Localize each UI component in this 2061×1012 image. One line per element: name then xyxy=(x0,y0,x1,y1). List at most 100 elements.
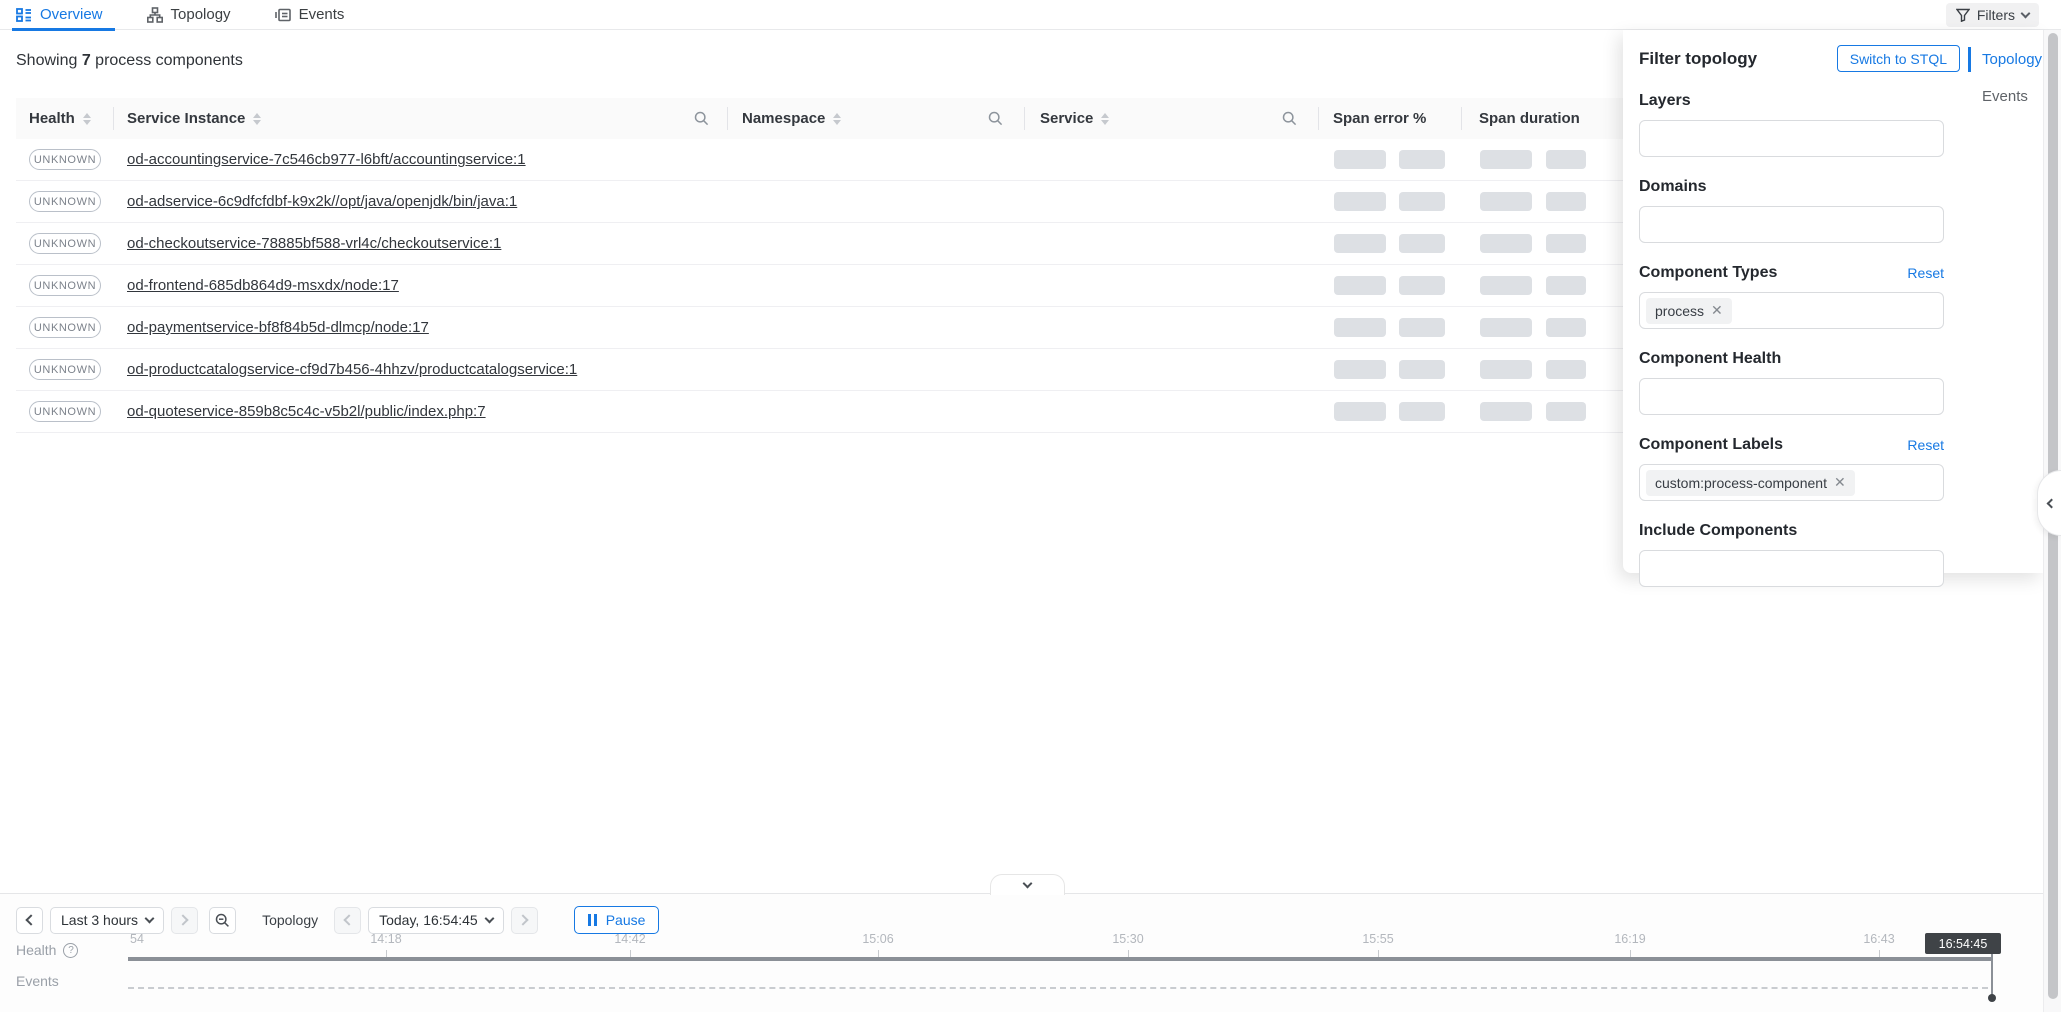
switch-to-stql-button[interactable]: Switch to STQL xyxy=(1837,45,1960,72)
component-types-input[interactable]: process ✕ xyxy=(1639,292,1944,329)
service-instance-link[interactable]: od-quoteservice-859b8c5c4c-v5b2l/public/… xyxy=(127,403,486,420)
table-row: UNKNOWN od-paymentservice-bf8f84b5d-dlmc… xyxy=(16,307,1641,349)
remove-tag-icon[interactable]: ✕ xyxy=(1711,302,1723,319)
layers-input[interactable] xyxy=(1639,120,1944,157)
tick-label: 14:18 xyxy=(370,932,401,946)
tick-mark xyxy=(1879,950,1880,957)
date-time-dropdown[interactable]: Today, 16:54:45 xyxy=(368,907,504,934)
range-back-button[interactable] xyxy=(16,907,43,934)
drawer-tab-events[interactable]: Events xyxy=(1968,82,2043,111)
date-time-value: Today, 16:54:45 xyxy=(379,912,478,928)
sort-icon[interactable] xyxy=(833,113,841,125)
filters-button[interactable]: Filters xyxy=(1946,3,2039,27)
include-components-label: Include Components xyxy=(1639,522,1797,540)
service-instance-link[interactable]: od-paymentservice-bf8f84b5d-dlmcp/node:1… xyxy=(127,319,429,336)
filter-form: Filter topology Switch to STQL Layers Do… xyxy=(1623,30,1975,607)
chevron-left-icon xyxy=(343,914,354,925)
help-icon[interactable]: ? xyxy=(63,943,78,958)
component-health-input[interactable] xyxy=(1639,378,1944,415)
domains-input[interactable] xyxy=(1639,206,1944,243)
service-instance-link[interactable]: od-accountingservice-7c546cb977-l6bft/ac… xyxy=(127,151,526,168)
time-range-dropdown[interactable]: Last 3 hours xyxy=(50,907,164,934)
component-labels-label: Component Labels xyxy=(1639,436,1783,454)
span-duration-skeleton xyxy=(1546,276,1586,295)
tick-mark xyxy=(386,950,387,957)
span-error-skeleton xyxy=(1399,402,1445,421)
table-row: UNKNOWN od-adservice-6c9dfcfdbf-k9x2k//o… xyxy=(16,181,1641,223)
zoom-out-icon xyxy=(215,913,230,928)
time-cursor-dot[interactable] xyxy=(1988,994,1996,1002)
tick-mark xyxy=(1128,950,1129,957)
filter-drawer: Filter topology Switch to STQL Layers Do… xyxy=(1623,30,2043,573)
span-duration-skeleton xyxy=(1480,276,1532,295)
health-badge: UNKNOWN xyxy=(29,275,101,296)
table-body: UNKNOWN od-accountingservice-7c546cb977-… xyxy=(16,139,1641,433)
span-error-skeleton xyxy=(1334,150,1386,169)
filter-tag-label: custom:process-component xyxy=(1655,475,1827,491)
search-icon[interactable] xyxy=(694,111,709,126)
service-instance-link[interactable]: od-frontend-685db864d9-msxdx/node:17 xyxy=(127,277,399,294)
span-duration-skeleton xyxy=(1480,402,1532,421)
sort-icon[interactable] xyxy=(253,113,261,125)
time-control-bar: Last 3 hours Topology Today, 16:54:45 Pa… xyxy=(0,893,2061,1012)
column-header-span-error: Span error % xyxy=(1333,98,1426,139)
timebar-collapse-handle[interactable] xyxy=(990,874,1065,895)
health-badge: UNKNOWN xyxy=(29,317,101,338)
range-forward-button[interactable] xyxy=(171,907,198,934)
search-icon[interactable] xyxy=(1282,111,1297,126)
column-header-namespace[interactable]: Namespace xyxy=(742,98,841,139)
sort-icon[interactable] xyxy=(83,113,91,125)
filter-funnel-icon xyxy=(1956,8,1970,22)
events-timeline-line[interactable] xyxy=(128,987,1988,989)
filter-tag: custom:process-component ✕ xyxy=(1646,470,1855,496)
zoom-out-button[interactable] xyxy=(209,907,236,934)
span-duration-skeleton xyxy=(1546,360,1586,379)
service-instance-link[interactable]: od-adservice-6c9dfcfdbf-k9x2k//opt/java/… xyxy=(127,193,517,210)
pause-button[interactable]: Pause xyxy=(574,906,660,934)
remove-tag-icon[interactable]: ✕ xyxy=(1834,474,1846,491)
health-lane-label: Health ? xyxy=(16,942,78,958)
drawer-collapse-handle[interactable] xyxy=(2037,470,2061,536)
column-header-span-duration: Span duration xyxy=(1479,98,1580,139)
page: Overview Topology Events Filters Showin xyxy=(0,0,2061,1012)
filter-tag: process ✕ xyxy=(1646,298,1732,324)
chevron-left-icon xyxy=(2046,498,2056,508)
tick-mark xyxy=(1630,950,1631,957)
span-duration-skeleton xyxy=(1480,150,1532,169)
component-types-reset-link[interactable]: Reset xyxy=(1907,265,1944,281)
tick-label: 15:30 xyxy=(1112,932,1143,946)
tab-overview[interactable]: Overview xyxy=(16,0,103,30)
tab-events[interactable]: Events xyxy=(275,0,345,30)
topology-mode-label: Topology xyxy=(262,912,318,928)
drawer-tab-topology[interactable]: Topology xyxy=(1968,45,2043,74)
component-labels-input[interactable]: custom:process-component ✕ xyxy=(1639,464,1944,501)
column-header-service-instance[interactable]: Service Instance xyxy=(127,98,261,139)
service-instance-link[interactable]: od-checkoutservice-78885bf588-vrl4c/chec… xyxy=(127,235,501,252)
tick-label: 16:43 xyxy=(1863,932,1894,946)
chevron-down-icon xyxy=(2021,9,2031,19)
span-error-skeleton xyxy=(1334,402,1386,421)
component-labels-reset-link[interactable]: Reset xyxy=(1907,437,1944,453)
tab-topology[interactable]: Topology xyxy=(147,0,231,30)
date-back-button[interactable] xyxy=(334,907,361,934)
span-duration-skeleton xyxy=(1546,192,1586,211)
top-tab-bar: Overview Topology Events Filters xyxy=(0,0,2061,30)
column-header-service[interactable]: Service xyxy=(1040,98,1109,139)
pause-icon xyxy=(588,914,597,926)
domains-label: Domains xyxy=(1639,178,1707,196)
sort-icon[interactable] xyxy=(1101,113,1109,125)
health-timeline-line[interactable] xyxy=(128,957,1992,961)
chevron-down-icon xyxy=(145,914,155,924)
layers-label: Layers xyxy=(1639,92,1691,110)
service-instance-link[interactable]: od-productcatalogservice-cf9d7b456-4hhzv… xyxy=(127,361,577,378)
table-row: UNKNOWN od-frontend-685db864d9-msxdx/nod… xyxy=(16,265,1641,307)
component-health-label: Component Health xyxy=(1639,350,1781,368)
search-icon[interactable] xyxy=(988,111,1003,126)
components-table: Health Service Instance Namespace Servic… xyxy=(16,98,1641,433)
column-header-health[interactable]: Health xyxy=(29,98,91,139)
include-components-input[interactable] xyxy=(1639,550,1944,587)
topology-icon xyxy=(147,7,163,23)
date-forward-button[interactable] xyxy=(511,907,538,934)
summary-text: Showing 7 process components xyxy=(16,52,243,70)
filter-tag-label: process xyxy=(1655,303,1704,319)
